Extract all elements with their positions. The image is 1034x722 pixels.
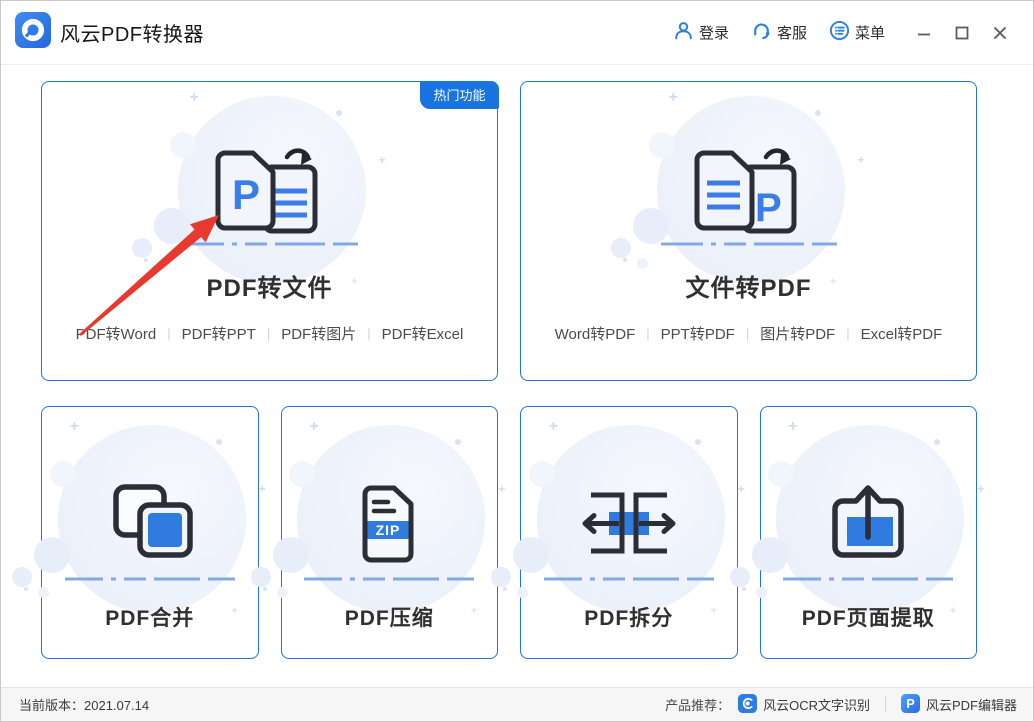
card-title: 文件转PDF	[521, 268, 976, 303]
close-button[interactable]	[985, 18, 1015, 48]
card-pdf-split[interactable]: +++ PDF拆分	[520, 406, 738, 659]
service-button[interactable]: 客服	[751, 20, 807, 45]
item-separator: |	[167, 326, 170, 341]
login-label: 登录	[699, 22, 729, 43]
item-separator: |	[267, 326, 270, 341]
pdf-extract-icon	[822, 481, 914, 565]
statusbar: 当前版本：2021.07.14 产品推荐： 风云OCR文字识别	[1, 687, 1033, 721]
item-separator: |	[846, 326, 849, 341]
dash-divider	[783, 577, 953, 581]
card-pdf-to-file[interactable]: 热门功能 +++ P PDF转文件	[41, 81, 498, 381]
user-icon	[673, 20, 694, 45]
window-controls	[901, 18, 1015, 48]
pdf-merge-icon	[104, 477, 196, 569]
dash-divider	[661, 242, 837, 246]
minimize-button[interactable]	[909, 18, 939, 48]
app-title: 风云PDF转换器	[60, 18, 204, 47]
dash-divider	[65, 577, 235, 581]
app-logo-icon	[15, 12, 51, 53]
pdf-split-icon	[579, 484, 679, 562]
card-file-to-pdf[interactable]: +++ P 文件转PDF Word转PDF |	[520, 81, 977, 381]
blob-decoration: +++	[770, 425, 966, 621]
card-pdf-merge[interactable]: +++ PDF合并	[41, 406, 259, 659]
svg-text:P: P	[906, 697, 914, 711]
subitem-pdf-to-word[interactable]: PDF转Word	[76, 323, 157, 344]
subitem-word-to-pdf[interactable]: Word转PDF	[555, 323, 636, 344]
version-text: 当前版本：2021.07.14	[19, 695, 149, 714]
minimize-icon	[917, 26, 931, 40]
subitem-ppt-to-pdf[interactable]: PPT转PDF	[661, 323, 735, 344]
blob-decoration: +++ P	[172, 96, 368, 292]
card-pdf-extract[interactable]: +++ PDF页面提取	[760, 406, 978, 659]
subitem-image-to-pdf[interactable]: 图片转PDF	[760, 323, 835, 344]
close-icon	[993, 26, 1007, 40]
svg-text:P: P	[755, 186, 782, 230]
product-editor-label: 风云PDF编辑器	[926, 695, 1017, 714]
pdf-compress-icon: ZIP	[351, 480, 427, 566]
file-to-pdf-icon: P	[690, 145, 808, 243]
item-separator: |	[646, 326, 649, 341]
hot-badge: 热门功能	[420, 81, 498, 109]
recommend-label: 产品推荐：	[665, 695, 730, 714]
main-grid: 热门功能 +++ P PDF转文件	[1, 65, 1033, 659]
product-ocr-link[interactable]: 风云OCR文字识别	[738, 694, 870, 716]
blob-decoration: +++	[531, 425, 727, 621]
subitem-excel-to-pdf[interactable]: Excel转PDF	[861, 323, 943, 344]
svg-text:P: P	[232, 171, 260, 218]
card-title: PDF页面提取	[761, 602, 977, 632]
card-title: PDF压缩	[282, 602, 498, 632]
pdf-to-file-icon: P	[211, 145, 329, 243]
footer-divider	[885, 697, 886, 712]
blob-decoration: +++ ZIP	[291, 425, 487, 621]
service-label: 客服	[777, 22, 807, 43]
dash-divider	[182, 242, 358, 246]
dash-divider	[544, 577, 714, 581]
card-subitems: PDF转Word | PDF转PPT | PDF转图片 | PDF转Excel	[42, 323, 497, 344]
svg-text:ZIP: ZIP	[376, 522, 401, 538]
product-editor-link[interactable]: P 风云PDF编辑器	[901, 694, 1017, 716]
item-separator: |	[367, 326, 370, 341]
app-window: 风云PDF转换器 登录	[0, 0, 1034, 722]
item-separator: |	[746, 326, 749, 341]
card-pdf-compress[interactable]: +++ ZIP PDF压缩	[281, 406, 499, 659]
titlebar-right: 登录 客服	[651, 18, 1015, 48]
blob-decoration: +++ P	[651, 96, 847, 292]
maximize-icon	[955, 26, 969, 40]
ocr-app-icon	[738, 694, 757, 716]
card-title: PDF转文件	[42, 268, 497, 303]
pdf-editor-app-icon: P	[901, 694, 920, 716]
menu-button[interactable]: 菜单	[829, 20, 885, 45]
dash-divider	[304, 577, 474, 581]
card-title: PDF拆分	[521, 602, 737, 632]
menu-icon	[829, 20, 850, 45]
login-button[interactable]: 登录	[673, 20, 729, 45]
blob-decoration: +++	[52, 425, 248, 621]
card-title: PDF合并	[42, 602, 258, 632]
subitem-pdf-to-excel[interactable]: PDF转Excel	[382, 323, 464, 344]
titlebar: 风云PDF转换器 登录	[1, 1, 1033, 65]
titlebar-left: 风云PDF转换器	[15, 12, 204, 53]
maximize-button[interactable]	[947, 18, 977, 48]
subitem-pdf-to-image[interactable]: PDF转图片	[281, 323, 356, 344]
headset-icon	[751, 20, 772, 45]
card-subitems: Word转PDF | PPT转PDF | 图片转PDF | Excel转PDF	[521, 323, 976, 344]
product-ocr-label: 风云OCR文字识别	[763, 695, 870, 714]
product-recommendations: 产品推荐： 风云OCR文字识别	[665, 694, 1017, 716]
menu-label: 菜单	[855, 22, 885, 43]
subitem-pdf-to-ppt[interactable]: PDF转PPT	[182, 323, 256, 344]
